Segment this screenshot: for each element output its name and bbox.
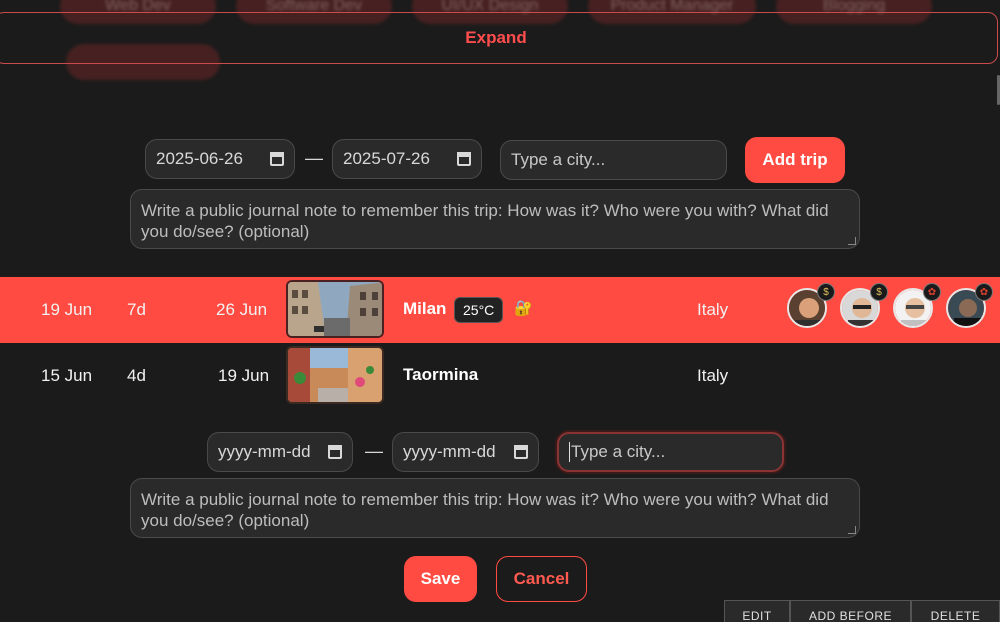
edit-label: EDIT	[742, 608, 772, 622]
trip-duration: 7d	[127, 300, 146, 319]
end-date-value: 2025-07-26	[343, 149, 430, 168]
text-cursor	[569, 442, 570, 462]
add-trip-label: Add trip	[762, 150, 828, 169]
money-bag-icon: $	[870, 283, 888, 301]
cancel-button[interactable]: Cancel	[496, 556, 587, 602]
lock-icon: 🔐	[514, 300, 533, 317]
trip-end-date: 26 Jun	[216, 300, 268, 319]
edit-start-date-placeholder: yyyy-mm-dd	[218, 442, 311, 461]
temperature-value: 25°C	[463, 302, 495, 318]
edit-start-date-input[interactable]: yyyy-mm-dd	[207, 432, 353, 472]
city-photo	[286, 280, 384, 338]
edit-journal-note-placeholder: Write a public journal note to remember …	[141, 490, 829, 530]
add-before-label: ADD BEFORE	[808, 608, 892, 622]
date-separator: —	[365, 441, 383, 461]
trip-start-date: 19 Jun	[41, 300, 93, 319]
city-input[interactable]: Type a city...	[500, 140, 727, 180]
calendar-icon[interactable]	[328, 445, 342, 459]
calendar-icon[interactable]	[457, 152, 471, 166]
journal-note-placeholder: Write a public journal note to remember …	[141, 201, 829, 241]
rose-icon: ✿	[975, 283, 993, 301]
end-date-input[interactable]: 2025-07-26	[332, 139, 482, 179]
trip-city-name[interactable]: Milan	[403, 299, 446, 319]
date-separator: —	[305, 148, 323, 168]
trip-end-date: 19 Jun	[218, 366, 270, 385]
expand-button[interactable]: Expand	[0, 12, 998, 64]
add-before-button[interactable]: ADD BEFORE	[790, 600, 911, 622]
money-bag-icon: $	[817, 283, 835, 301]
calendar-icon[interactable]	[514, 445, 528, 459]
rose-icon: ✿	[923, 283, 941, 301]
delete-label: DELETE	[930, 608, 981, 622]
cancel-label: Cancel	[513, 569, 570, 588]
edit-button[interactable]: EDIT	[724, 600, 790, 622]
delete-button[interactable]: DELETE	[911, 600, 1000, 622]
trip-city-name[interactable]: Taormina	[403, 365, 478, 385]
trip-duration: 4d	[127, 366, 146, 385]
resize-handle[interactable]	[848, 526, 856, 534]
resize-handle[interactable]	[848, 237, 856, 245]
edit-end-date-input[interactable]: yyyy-mm-dd	[392, 432, 539, 472]
trip-row[interactable]: 19 Jun 7d 26 Jun Milan 25°C 🔐 Italy $ $ …	[0, 277, 1000, 343]
trip-row[interactable]: 15 Jun 4d 19 Jun Taormina Italy	[0, 343, 1000, 409]
trip-start-date: 15 Jun	[41, 366, 93, 385]
trips-page: Web Dev Software Dev UI/UX Design Produc…	[0, 0, 1000, 622]
trip-country: Italy	[697, 300, 729, 319]
edit-city-input[interactable]: Type a city...	[557, 432, 784, 472]
save-button[interactable]: Save	[404, 556, 477, 602]
start-date-input[interactable]: 2025-06-26	[145, 139, 295, 179]
city-photo	[286, 346, 384, 404]
temperature-badge: 25°C	[454, 297, 504, 323]
trip-country: Italy	[697, 366, 729, 385]
expand-label: Expand	[465, 28, 527, 47]
city-placeholder: Type a city...	[511, 150, 606, 169]
start-date-value: 2025-06-26	[156, 149, 243, 168]
journal-note-textarea[interactable]: Write a public journal note to remember …	[130, 189, 860, 249]
calendar-icon[interactable]	[270, 152, 284, 166]
edit-end-date-placeholder: yyyy-mm-dd	[403, 442, 496, 461]
save-label: Save	[420, 569, 461, 588]
add-trip-button[interactable]: Add trip	[745, 137, 845, 183]
edit-city-placeholder: Type a city...	[571, 442, 666, 461]
edit-journal-note-textarea[interactable]: Write a public journal note to remember …	[130, 478, 860, 538]
